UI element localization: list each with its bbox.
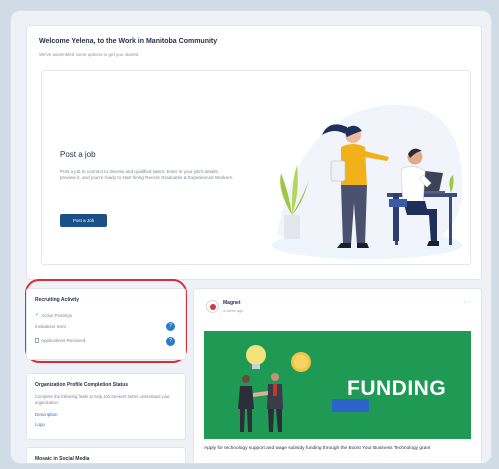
hiring-illustration [272, 104, 463, 259]
welcome-title: Welcome Yelena, to the Work in Manitoba … [39, 38, 218, 45]
app-frame: Welcome Yelena, to the Work in Manitoba … [10, 10, 492, 464]
post-job-card: Post a job Post a job to connect to dive… [41, 70, 471, 265]
lightbulb-icon [246, 345, 266, 369]
post-job-title: Post a job [60, 150, 96, 159]
description-link[interactable]: Description [35, 412, 58, 417]
logo-link[interactable]: Logo [35, 422, 45, 427]
welcome-panel: Welcome Yelena, to the Work in Manitoba … [26, 25, 482, 280]
applications-received-label: Applications Received [41, 338, 86, 343]
org-profile-description: Complete the following fields to help Jo… [35, 394, 170, 405]
funding-text: FUNDING [347, 377, 447, 400]
active-postings-label: Active Postings [41, 312, 72, 318]
applications-info-badge[interactable]: ? [166, 337, 175, 346]
recruiting-title: Recruiting Activity [35, 297, 79, 303]
post-job-button[interactable]: Post a Job [60, 214, 107, 227]
avatar[interactable] [206, 300, 219, 313]
org-profile-title: Organization Profile Completion Status [35, 382, 129, 388]
social-media-title: Mosaic in Social Media [35, 456, 90, 462]
post-job-description: Post a job to connect to diverse and qua… [60, 169, 234, 180]
more-options-icon[interactable]: ··· [464, 299, 473, 306]
social-media-card: Mosaic in Social Media [26, 447, 186, 463]
invitations-info-badge[interactable]: ? [166, 322, 175, 331]
coin-icon [291, 352, 311, 372]
applications-received-row[interactable]: Applications Received [35, 338, 85, 343]
recruiting-activity-card: Recruiting Activity ✓ Active Postings In… [26, 288, 186, 360]
invitations-sent-label: Invitations Sent [35, 324, 66, 329]
welcome-subtitle: We've assembled some options to get you … [39, 52, 139, 57]
check-icon: ✓ [35, 312, 40, 318]
organization-profile-card: Organization Profile Completion Status C… [26, 373, 186, 440]
news-feed-card: Magnet a week ago ··· FUNDING Apply for … [193, 288, 482, 463]
document-icon [35, 338, 39, 343]
feed-author[interactable]: Magnet [223, 300, 241, 306]
active-postings-row[interactable]: ✓ Active Postings [35, 312, 72, 318]
feed-caption[interactable]: Apply for technology support and wage su… [204, 446, 469, 453]
invitations-sent-row[interactable]: Invitations Sent [35, 324, 66, 329]
funding-banner[interactable]: FUNDING [204, 331, 471, 439]
feed-timestamp: a week ago [223, 308, 244, 313]
